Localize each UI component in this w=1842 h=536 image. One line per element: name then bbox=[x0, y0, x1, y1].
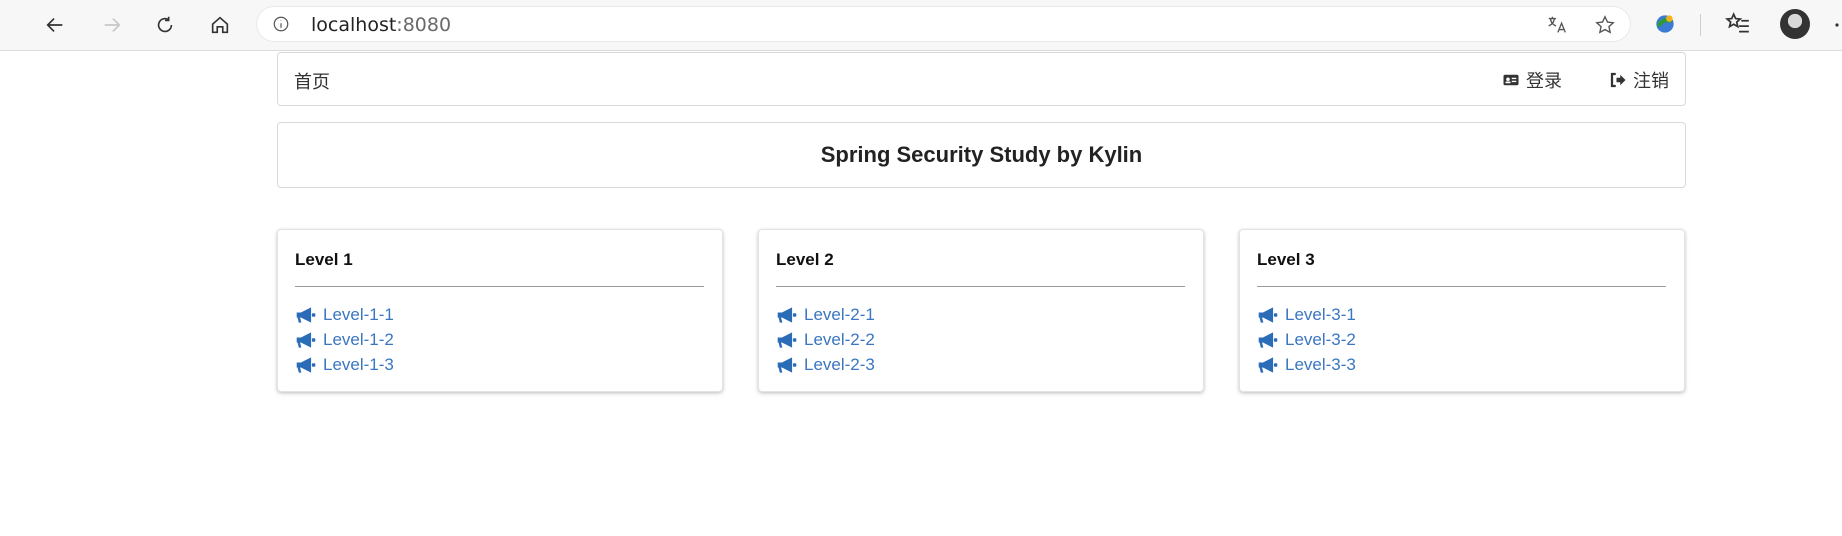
link-list: Level-3-1 Level-3-2 Level-3-3 bbox=[1257, 302, 1356, 377]
logout-label: 注销 bbox=[1633, 71, 1669, 91]
level-card: Level 3 Level-3-1 Level-3-2 Level-3-3 bbox=[1239, 229, 1685, 392]
list-item: Level-1-1 bbox=[295, 302, 394, 327]
level-link[interactable]: Level-1-1 bbox=[323, 305, 394, 325]
back-button[interactable] bbox=[38, 8, 72, 42]
card-title: Level 3 bbox=[1257, 250, 1315, 269]
favorites-list-icon[interactable] bbox=[1725, 11, 1751, 37]
list-item: Level-2-2 bbox=[776, 327, 875, 352]
logout-link[interactable]: 注销 bbox=[1609, 67, 1669, 93]
level-link[interactable]: Level-3-1 bbox=[1285, 305, 1356, 325]
translate-icon[interactable] bbox=[1546, 14, 1568, 36]
address-bar[interactable]: localhost:8080 bbox=[256, 6, 1631, 42]
card-title: Level 1 bbox=[295, 250, 353, 269]
level-link[interactable]: Level-2-1 bbox=[804, 305, 875, 325]
level-link[interactable]: Level-3-3 bbox=[1285, 355, 1356, 375]
list-item: Level-3-3 bbox=[1257, 352, 1356, 377]
bullhorn-icon bbox=[296, 331, 316, 348]
link-list: Level-1-1 Level-1-2 Level-1-3 bbox=[295, 302, 394, 377]
reload-icon bbox=[157, 16, 173, 33]
info-icon[interactable] bbox=[272, 15, 290, 33]
bullhorn-icon bbox=[777, 331, 797, 348]
login-label: 登录 bbox=[1526, 71, 1562, 91]
list-item: Level-2-1 bbox=[776, 302, 875, 327]
card-divider bbox=[295, 286, 704, 287]
link-list: Level-2-1 Level-2-2 Level-2-3 bbox=[776, 302, 875, 377]
level-link[interactable]: Level-2-3 bbox=[804, 355, 875, 375]
site-navbar: 首页 登录 注销 bbox=[277, 52, 1686, 106]
bullhorn-icon bbox=[1258, 331, 1278, 348]
card-divider bbox=[776, 286, 1185, 287]
bullhorn-icon bbox=[1258, 306, 1278, 323]
card-divider bbox=[1257, 286, 1666, 287]
page-title: Spring Security Study by Kylin bbox=[820, 142, 1143, 167]
list-item: Level-3-2 bbox=[1257, 327, 1356, 352]
star-icon[interactable] bbox=[1594, 14, 1616, 36]
level-link[interactable]: Level-1-2 bbox=[323, 330, 394, 350]
bullhorn-icon bbox=[777, 306, 797, 323]
login-link[interactable]: 登录 bbox=[1502, 67, 1562, 93]
sign-out-icon bbox=[1610, 72, 1626, 88]
home-icon bbox=[211, 16, 229, 34]
home-button[interactable] bbox=[203, 8, 237, 42]
toolbar-divider bbox=[1700, 14, 1701, 36]
bullhorn-icon bbox=[296, 356, 316, 373]
reload-button[interactable] bbox=[148, 8, 182, 42]
id-card-icon bbox=[1503, 74, 1519, 86]
list-item: Level-1-2 bbox=[295, 327, 394, 352]
menu-icon[interactable] bbox=[1832, 14, 1842, 36]
bullhorn-icon bbox=[296, 306, 316, 323]
browser-toolbar: localhost:8080 bbox=[0, 0, 1842, 51]
list-item: Level-1-3 bbox=[295, 352, 394, 377]
level-link[interactable]: Level-1-3 bbox=[323, 355, 394, 375]
back-arrow-icon bbox=[46, 17, 63, 33]
bullhorn-icon bbox=[777, 356, 797, 373]
list-item: Level-3-1 bbox=[1257, 302, 1356, 327]
list-item: Level-2-3 bbox=[776, 352, 875, 377]
card-title: Level 2 bbox=[776, 250, 834, 269]
level-link[interactable]: Level-2-2 bbox=[804, 330, 875, 350]
extension-icon[interactable] bbox=[1652, 11, 1678, 37]
bullhorn-icon bbox=[1258, 356, 1278, 373]
level-link[interactable]: Level-3-2 bbox=[1285, 330, 1356, 350]
url-text: localhost:8080 bbox=[311, 14, 452, 36]
page-header: Spring Security Study by Kylin bbox=[277, 122, 1686, 188]
level-card: Level 1 Level-1-1 Level-1-2 Level-1-3 bbox=[277, 229, 723, 392]
home-link[interactable]: 首页 bbox=[294, 68, 330, 94]
forward-arrow-icon bbox=[104, 17, 121, 33]
level-card: Level 2 Level-2-1 Level-2-2 Level-2-3 bbox=[758, 229, 1204, 392]
forward-button[interactable] bbox=[95, 8, 129, 42]
profile-avatar[interactable] bbox=[1780, 9, 1810, 39]
